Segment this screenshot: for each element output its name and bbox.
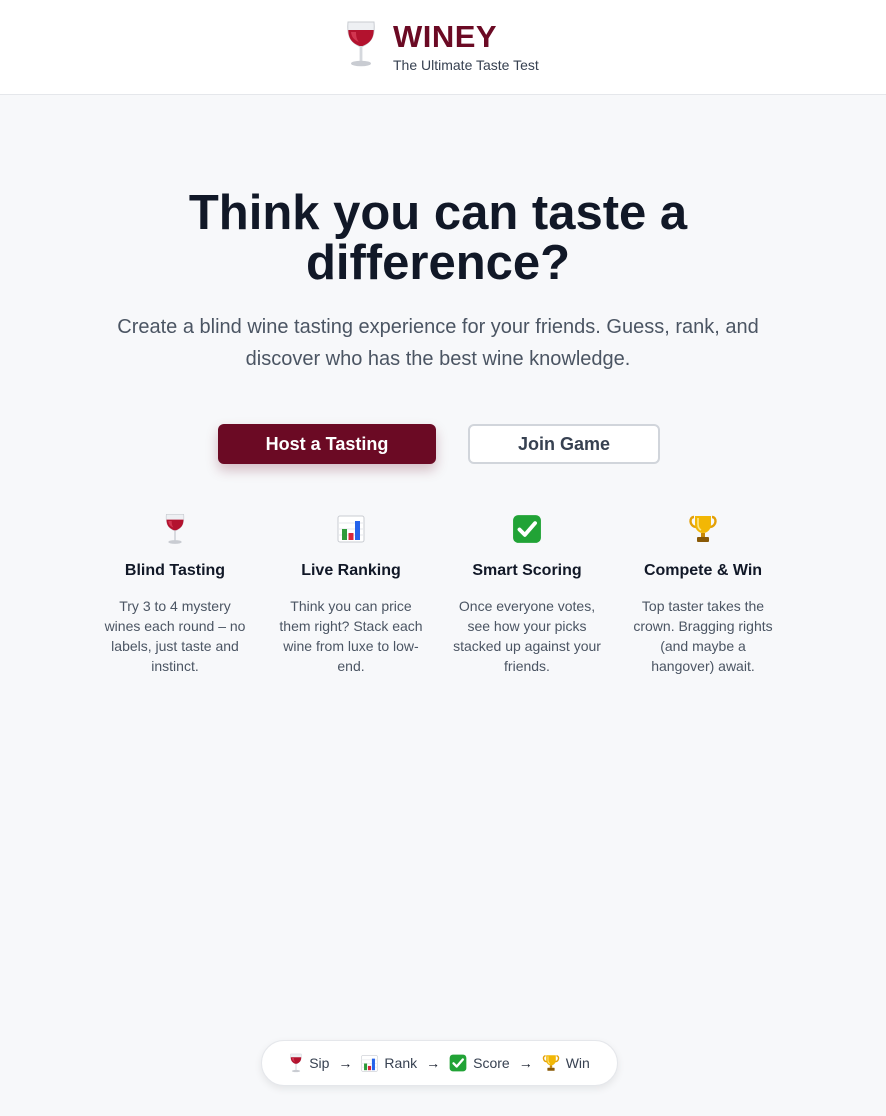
feature-title: Blind Tasting <box>124 562 226 579</box>
arrow-icon: → <box>518 1055 533 1071</box>
bar-chart-icon <box>337 515 365 543</box>
hero-subtitle: Create a blind wine tasting experience f… <box>117 316 759 370</box>
feature-compete-win: Compete & Win Top taster takes the crown… <box>629 512 777 676</box>
app-header: WINEY The Ultimate Taste Test <box>0 0 886 95</box>
trophy-icon <box>688 514 718 544</box>
arrow-icon: → <box>426 1055 441 1071</box>
arrow-icon: → <box>338 1055 353 1071</box>
feature-description: Try 3 to 4 mystery wines each round – no… <box>104 598 246 674</box>
step-label: Win <box>565 1055 590 1071</box>
host-tasting-button[interactable]: Host a Tasting <box>218 424 436 464</box>
step-rank: Rank <box>361 1055 417 1072</box>
feature-title: Smart Scoring <box>472 562 582 579</box>
feature-live-ranking: Live Ranking Think you can price them ri… <box>277 512 425 676</box>
step-label: Rank <box>384 1055 418 1071</box>
app-title: WINEY <box>393 19 498 54</box>
check-mark-icon <box>512 514 542 544</box>
check-mark-icon <box>449 1054 467 1072</box>
feature-description: Think you can price them right? Stack ea… <box>279 598 423 674</box>
join-game-button[interactable]: Join Game <box>468 424 660 464</box>
feature-blind-tasting: Blind Tasting Try 3 to 4 mystery wines e… <box>101 512 249 676</box>
hero-title: Think you can taste a difference? <box>188 186 688 290</box>
feature-title: Compete & Win <box>643 562 763 579</box>
step-score: Score <box>449 1054 510 1072</box>
steps-pill: Sip → Rank → Score → Win <box>261 1040 618 1086</box>
feature-smart-scoring: Smart Scoring Once everyone votes, see h… <box>453 512 601 676</box>
feature-description: Top taster takes the crown. Bragging rig… <box>633 598 773 674</box>
step-label: Score <box>473 1055 510 1071</box>
bar-chart-icon <box>361 1055 378 1072</box>
app-subtitle: The Ultimate Taste Test <box>393 57 539 73</box>
step-sip: Sip <box>289 1053 329 1073</box>
trophy-icon <box>542 1054 560 1072</box>
step-label: Sip <box>309 1055 330 1071</box>
wine-glass-icon <box>344 20 378 68</box>
feature-description: Once everyone votes, see how your picks … <box>453 598 601 674</box>
wine-glass-icon <box>289 1053 303 1073</box>
wine-glass-icon <box>163 513 187 545</box>
step-win: Win <box>542 1054 590 1072</box>
feature-title: Live Ranking <box>301 562 401 579</box>
